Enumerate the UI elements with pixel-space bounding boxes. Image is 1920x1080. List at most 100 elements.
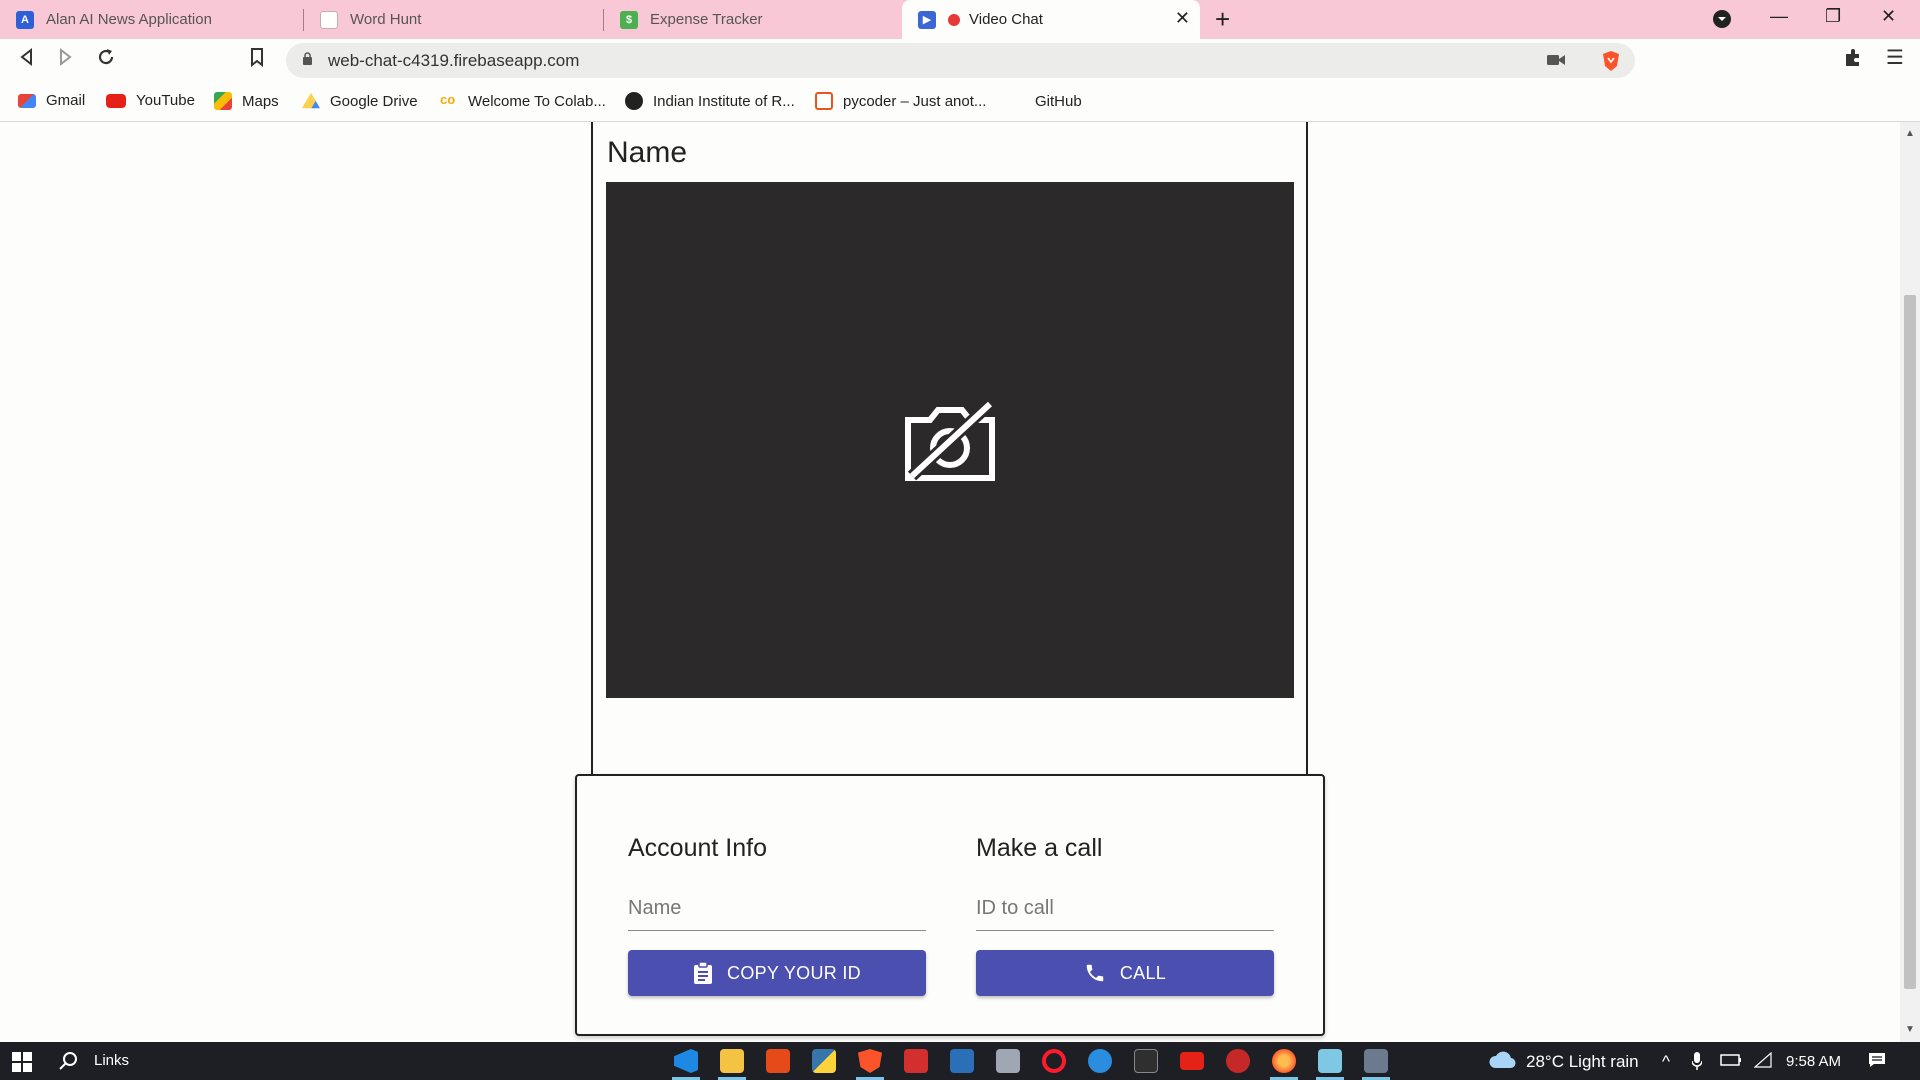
- notifications-icon[interactable]: [1868, 1052, 1886, 1073]
- notepad-icon[interactable]: [1318, 1049, 1342, 1073]
- clock-time[interactable]: 9:58 AM: [1786, 1053, 1841, 1070]
- controls-panel: Account Info Make a call COPY YOUR ID CA…: [575, 774, 1325, 1036]
- python-icon[interactable]: [812, 1049, 836, 1073]
- new-tab-icon[interactable]: +: [1215, 4, 1230, 35]
- close-window-icon[interactable]: ✕: [1881, 6, 1896, 27]
- name-input[interactable]: [628, 891, 926, 920]
- tab-word-hunt[interactable]: Word Hunt: [304, 0, 604, 39]
- account-info-title: Account Info: [628, 834, 767, 862]
- bookmark-github[interactable]: GitHub: [1007, 92, 1082, 110]
- weather-text[interactable]: 28°C Light rain: [1526, 1052, 1639, 1072]
- alan-ai-icon: A: [16, 10, 34, 29]
- tab-label: Word Hunt: [350, 11, 422, 28]
- maps-icon: [214, 92, 232, 110]
- youtube-icon: [106, 93, 126, 108]
- recording-dot-icon: [948, 13, 960, 26]
- bookmark-label: pycoder – Just anot...: [843, 92, 987, 110]
- gmail-icon: [18, 93, 36, 108]
- tab-alan-ai[interactable]: A Alan AI News Application: [0, 0, 304, 39]
- copy-id-label: COPY YOUR ID: [727, 962, 861, 983]
- taskbar-search-label[interactable]: Links: [94, 1052, 129, 1069]
- minimize-icon[interactable]: —: [1770, 6, 1788, 27]
- wifi-icon[interactable]: [1753, 1051, 1772, 1073]
- bookmark-label: Indian Institute of R...: [653, 92, 795, 110]
- menu-icon[interactable]: ☰: [1886, 45, 1904, 70]
- tab-label: Alan AI News Application: [46, 11, 212, 28]
- bookmark-label: Welcome To Colab...: [468, 92, 606, 110]
- copy-id-button[interactable]: COPY YOUR ID: [628, 950, 926, 996]
- bookmark-maps[interactable]: Maps: [214, 92, 279, 110]
- video-name-label: Name: [607, 136, 688, 169]
- video-feed: [606, 182, 1294, 698]
- opera-icon[interactable]: [1042, 1049, 1066, 1073]
- document-icon: [320, 10, 338, 29]
- pycoder-icon: [815, 92, 833, 110]
- scroll-down-icon[interactable]: ▼: [1905, 1024, 1915, 1035]
- reload-icon[interactable]: [96, 47, 116, 73]
- vscode-icon[interactable]: [674, 1049, 698, 1073]
- call-label: CALL: [1119, 962, 1167, 983]
- toolbar: web-chat-c4319.firebaseapp.com ☰: [0, 39, 1920, 84]
- extensions-icon[interactable]: [1843, 48, 1863, 74]
- taskbar-search-icon[interactable]: [58, 1051, 78, 1071]
- tab-label: Expense Tracker: [650, 11, 763, 28]
- id-to-call-input[interactable]: [976, 891, 1274, 920]
- bookmark-label: GitHub: [1035, 92, 1082, 110]
- edge-dev-icon[interactable]: [1088, 1049, 1112, 1073]
- windows-start-icon[interactable]: [12, 1052, 32, 1072]
- microphone-icon[interactable]: [1691, 1052, 1703, 1075]
- scroll-thumb[interactable]: [1904, 295, 1916, 989]
- scroll-up-icon[interactable]: ▲: [1905, 128, 1915, 139]
- bookmark-youtube[interactable]: YouTube: [106, 92, 195, 109]
- bookmark-gmail[interactable]: Gmail: [18, 92, 85, 109]
- windows-taskbar: Links 28°C Light rain ^ 9:58 AM: [0, 1042, 1920, 1080]
- drive-icon: [302, 92, 320, 109]
- page-scrollbar[interactable]: ▲ ▼: [1900, 122, 1920, 1042]
- forward-icon[interactable]: [58, 47, 74, 73]
- camera-app-icon[interactable]: [1364, 1049, 1388, 1073]
- bookmark-pycoder[interactable]: pycoder – Just anot...: [815, 92, 986, 110]
- tab-expense-tracker[interactable]: $ Expense Tracker: [604, 0, 902, 39]
- brave-taskbar-icon[interactable]: [858, 1049, 882, 1073]
- powershell-icon[interactable]: [950, 1049, 974, 1073]
- colab-icon: co: [440, 92, 456, 107]
- firefox-icon[interactable]: [1272, 1049, 1296, 1073]
- url-text: web-chat-c4319.firebaseapp.com: [328, 51, 580, 70]
- camera-in-use-icon[interactable]: [1547, 53, 1565, 67]
- bookmark-label: Google Drive: [330, 92, 418, 110]
- red-app-icon[interactable]: [1226, 1049, 1250, 1073]
- close-tab-icon[interactable]: ✕: [1175, 8, 1190, 29]
- office-icon[interactable]: [766, 1049, 790, 1073]
- bookmark-icon[interactable]: [249, 47, 265, 73]
- call-button[interactable]: CALL: [976, 950, 1274, 996]
- brave-shield-icon[interactable]: [1601, 50, 1621, 72]
- youtube-taskbar-icon[interactable]: [1180, 1052, 1204, 1070]
- tray-expand-icon[interactable]: ^: [1662, 1052, 1670, 1072]
- bookmarks-bar: Gmail YouTube Maps Google Drive co Welco…: [0, 84, 1920, 122]
- remote-desktop-icon[interactable]: [996, 1049, 1020, 1073]
- phone-icon: [1086, 964, 1104, 982]
- weather-icon[interactable]: [1488, 1050, 1516, 1075]
- terminal-icon[interactable]: [1134, 1049, 1158, 1073]
- bookmark-label: YouTube: [136, 92, 195, 109]
- video-card: Name: [591, 122, 1308, 840]
- make-call-title: Make a call: [976, 834, 1103, 862]
- acrobat-icon[interactable]: [904, 1049, 928, 1073]
- page-content: Name Account Info Make a call Name ID to…: [0, 122, 1900, 1042]
- bookmark-google-drive[interactable]: Google Drive: [302, 92, 418, 110]
- bookmark-indian-institute[interactable]: Indian Institute of R...: [625, 92, 795, 110]
- lock-icon: [303, 52, 312, 65]
- bookmark-label: Gmail: [46, 92, 86, 109]
- address-bar[interactable]: web-chat-c4319.firebaseapp.com: [286, 43, 1635, 78]
- tab-label: Video Chat: [969, 11, 1043, 28]
- restore-icon[interactable]: ❐: [1825, 6, 1841, 27]
- tab-search-icon[interactable]: [1712, 9, 1732, 34]
- back-icon[interactable]: [18, 47, 34, 73]
- globe-icon: [625, 92, 643, 110]
- tab-video-chat[interactable]: ▶ Video Chat ✕: [902, 0, 1200, 39]
- bookmark-colab[interactable]: co Welcome To Colab...: [440, 92, 606, 110]
- file-explorer-icon[interactable]: [720, 1049, 744, 1073]
- battery-icon[interactable]: [1720, 1052, 1742, 1072]
- clipboard-icon: [694, 961, 713, 984]
- expense-icon: $: [620, 10, 638, 29]
